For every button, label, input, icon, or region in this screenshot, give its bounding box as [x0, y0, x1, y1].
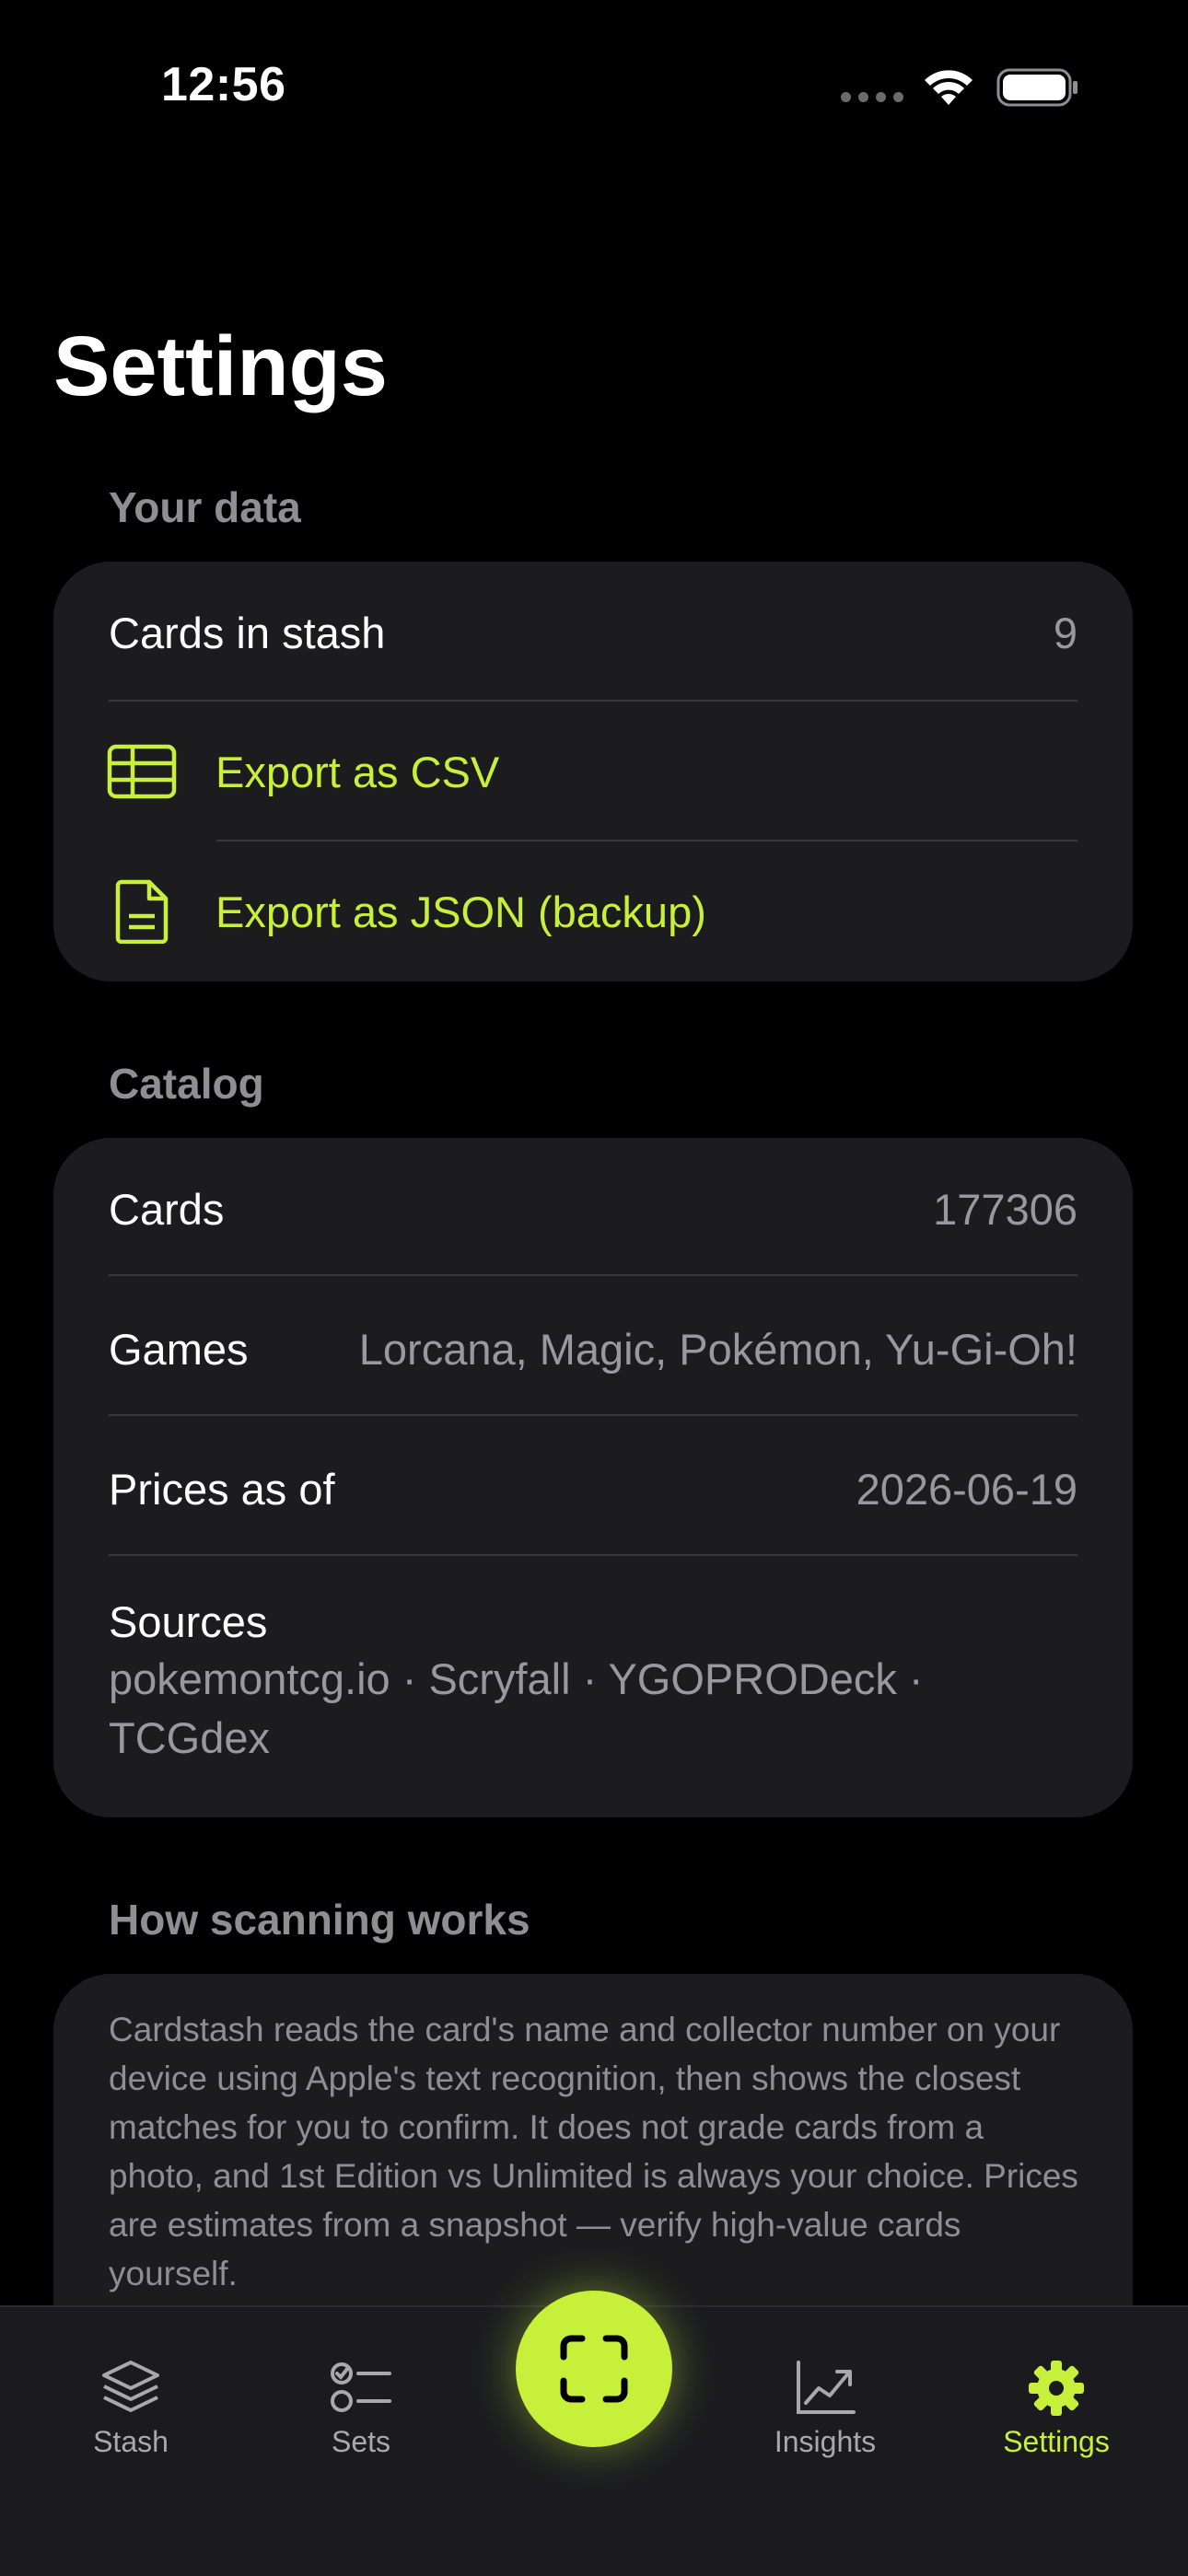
- wifi-icon: [925, 70, 973, 105]
- tab-sets[interactable]: Sets: [269, 2359, 453, 2459]
- tab-stash[interactable]: Stash: [39, 2359, 223, 2459]
- export-json-button[interactable]: Export as JSON (backup): [105, 841, 1077, 981]
- chart-line-icon: [797, 2361, 856, 2414]
- cards-in-stash-row: Cards in stash 9: [109, 598, 1077, 667]
- catalog-card: Cards 177306 Games Lorcana, Magic, Pokém…: [53, 1138, 1133, 1817]
- tab-settings[interactable]: Settings: [964, 2359, 1148, 2459]
- scan-frame-icon: [560, 2335, 628, 2403]
- document-icon: [105, 875, 179, 948]
- catalog-games-value: Lorcana, Magic, Pokémon, Yu-Gi-Oh!: [358, 1324, 1077, 1374]
- catalog-prices-label: Prices as of: [109, 1464, 335, 1514]
- tab-insights-label: Insights: [774, 2425, 877, 2458]
- divider: [109, 1414, 1077, 1416]
- tab-stash-label: Stash: [93, 2425, 169, 2458]
- export-json-label: Export as JSON (backup): [215, 887, 706, 936]
- section-header-scanning: How scanning works: [109, 1896, 530, 1944]
- gear-icon: [1029, 2361, 1084, 2416]
- battery-icon: [996, 68, 1077, 107]
- catalog-cards-value: 177306: [933, 1184, 1077, 1234]
- status-time: 12:56: [161, 58, 286, 111]
- your-data-card: Cards in stash 9 Export as CSV Export as…: [53, 562, 1133, 981]
- cards-in-stash-label: Cards in stash: [109, 608, 386, 657]
- catalog-prices-value: 2026-06-19: [856, 1464, 1077, 1514]
- export-csv-button[interactable]: Export as CSV: [105, 702, 1077, 841]
- catalog-games-row: Games Lorcana, Magic, Pokémon, Yu-Gi-Oh!: [109, 1315, 1077, 1383]
- divider: [109, 1274, 1077, 1276]
- scan-button[interactable]: [516, 2291, 672, 2447]
- scanning-description: Cardstash reads the card's name and coll…: [109, 2011, 1078, 2292]
- export-csv-label: Export as CSV: [215, 747, 500, 796]
- cellular-signal-icon: [841, 92, 903, 102]
- catalog-cards-row: Cards 177306: [109, 1175, 1077, 1243]
- stack-icon: [102, 2361, 159, 2412]
- page-title: Settings: [53, 319, 388, 413]
- tab-sets-label: Sets: [331, 2425, 391, 2458]
- tab-settings-label: Settings: [1003, 2425, 1110, 2458]
- status-bar: 12:56: [0, 0, 1188, 175]
- section-header-catalog: Catalog: [109, 1060, 264, 1108]
- catalog-prices-row: Prices as of 2026-06-19: [109, 1455, 1077, 1523]
- catalog-games-label: Games: [109, 1324, 249, 1374]
- catalog-cards-label: Cards: [109, 1184, 225, 1234]
- cards-in-stash-value: 9: [1053, 608, 1077, 657]
- catalog-sources-label: Sources: [109, 1597, 268, 1646]
- checklist-icon: [331, 2362, 391, 2412]
- catalog-sources-value: pokemontcg.io · Scryfall · YGOPRODeck · …: [109, 1654, 924, 1762]
- divider: [109, 1554, 1077, 1556]
- tab-insights[interactable]: Insights: [733, 2359, 917, 2459]
- section-header-your-data: Your data: [109, 483, 301, 531]
- table-icon: [105, 735, 179, 808]
